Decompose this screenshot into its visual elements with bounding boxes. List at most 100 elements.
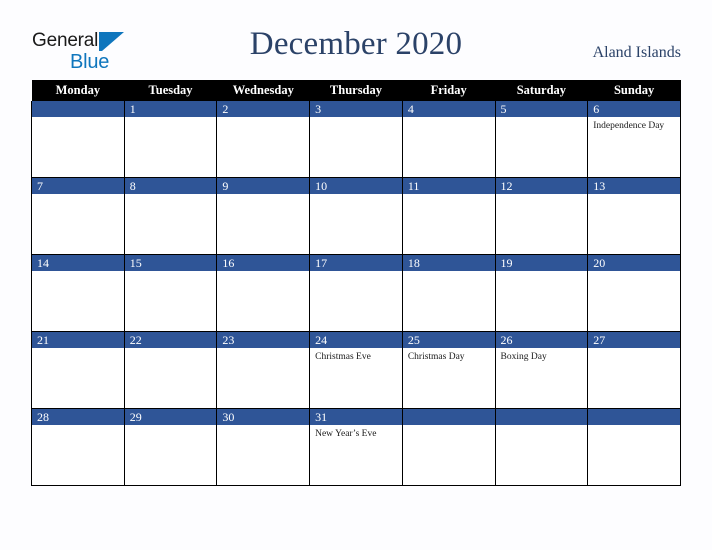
calendar-day-cell[interactable]: 11: [401, 177, 496, 255]
calendar-day-cell[interactable]: [494, 408, 589, 486]
calendar-day-cell[interactable]: 25 Christmas Day: [401, 331, 496, 409]
calendar-day-cell[interactable]: 9: [216, 177, 311, 255]
calendar-day-cell[interactable]: 17: [309, 254, 403, 332]
calendar-day-cell[interactable]: 6 Independence Day: [587, 101, 681, 178]
calendar-day-cell[interactable]: 16: [216, 254, 311, 332]
day-event-label: [310, 271, 402, 274]
day-number: 30: [217, 409, 310, 425]
day-cell-content: 25 Christmas Day: [402, 332, 495, 408]
day-cell-content: [402, 409, 495, 485]
calendar-day-cell[interactable]: 10: [309, 177, 403, 255]
calendar-day-cell[interactable]: 30: [216, 408, 311, 486]
day-cell-content: 13: [588, 178, 680, 254]
day-cell-content: 5: [495, 101, 588, 177]
day-number: 18: [402, 255, 495, 271]
day-event-label: [588, 271, 680, 274]
weekday-header-wednesday: Wednesday: [216, 80, 310, 101]
calendar-day-cell[interactable]: 1: [123, 101, 218, 178]
day-number: 8: [124, 178, 217, 194]
weekday-header-row: Monday Tuesday Wednesday Thursday Friday…: [31, 80, 681, 101]
calendar-day-cell[interactable]: 19: [494, 254, 589, 332]
day-event-label: [217, 425, 309, 428]
country-label: Aland Islands: [592, 44, 681, 61]
day-event-label: [496, 425, 588, 428]
day-event-label: [403, 271, 495, 274]
calendar-day-cell[interactable]: 27: [587, 331, 681, 409]
day-number: 31: [310, 409, 402, 425]
weekday-header-tuesday: Tuesday: [124, 80, 217, 101]
day-event-label: [217, 348, 309, 351]
day-number: 27: [588, 332, 680, 348]
day-event-label: Independence Day: [593, 121, 665, 131]
calendar-day-cell[interactable]: 29: [123, 408, 218, 486]
calendar-day-cell[interactable]: 12: [494, 177, 589, 255]
day-number: 13: [588, 178, 680, 194]
calendar-day-cell[interactable]: 21: [31, 331, 125, 409]
calendar-day-cell[interactable]: [587, 408, 681, 486]
day-number: 19: [495, 255, 588, 271]
day-cell-content: [495, 409, 588, 485]
calendar-day-cell[interactable]: 31 New Year’s Eve: [309, 408, 403, 486]
day-event-label: [125, 425, 217, 428]
day-cell-content: 17: [310, 255, 402, 331]
day-event-label: [496, 117, 588, 120]
calendar-day-cell[interactable]: 22: [123, 331, 218, 409]
day-number: [402, 409, 495, 425]
day-event-label: [32, 271, 124, 274]
day-number: 5: [495, 101, 588, 117]
day-cell-content: 18: [402, 255, 495, 331]
calendar-day-cell[interactable]: 26 Boxing Day: [494, 331, 589, 409]
calendar-day-cell[interactable]: 4: [401, 101, 496, 178]
calendar-day-cell[interactable]: 2: [216, 101, 311, 178]
day-cell-content: 31 New Year’s Eve: [310, 409, 402, 485]
day-event-label: [217, 271, 309, 274]
day-cell-content: 19: [495, 255, 588, 331]
day-number: 3: [310, 101, 402, 117]
calendar-week-row: 21 22 23 24 Christmas Eve 25 Christmas Day 26 Bo…: [31, 331, 681, 409]
day-cell-content: 6 Independence Day: [588, 101, 680, 177]
day-event-label: [588, 348, 680, 351]
calendar-day-cell[interactable]: 15: [123, 254, 218, 332]
day-number: 26: [495, 332, 588, 348]
day-number: 14: [32, 255, 124, 271]
day-event-label: [403, 117, 495, 120]
page-header: General Blue December 2020 Aland Islands: [0, 0, 712, 78]
day-cell-content: 14: [32, 255, 124, 331]
day-event-label: [125, 348, 217, 351]
day-cell-content: 29: [124, 409, 217, 485]
calendar-day-cell[interactable]: 24 Christmas Eve: [309, 331, 403, 409]
day-cell-content: 26 Boxing Day: [495, 332, 588, 408]
calendar-week-row: 7 8 9 10 11 12 13: [31, 177, 681, 255]
day-event-label: [125, 194, 217, 197]
calendar-day-cell[interactable]: 20: [587, 254, 681, 332]
day-number: 2: [217, 101, 310, 117]
day-event-label: [32, 117, 124, 120]
day-event-label: [403, 425, 495, 428]
calendar-day-cell[interactable]: 7: [31, 177, 125, 255]
calendar-day-cell[interactable]: [401, 408, 496, 486]
day-event-label: [217, 117, 309, 120]
day-number: [588, 409, 680, 425]
day-cell-content: [588, 409, 680, 485]
day-event-label: [32, 425, 124, 428]
calendar-day-cell[interactable]: 18: [401, 254, 496, 332]
calendar-day-cell[interactable]: [31, 101, 125, 178]
calendar-week-row: 14 15 16 17 18 19 20: [31, 254, 681, 332]
day-event-label: [125, 117, 217, 120]
calendar-day-cell[interactable]: 14: [31, 254, 125, 332]
day-event-label: [496, 271, 588, 274]
day-cell-content: 16: [217, 255, 310, 331]
calendar-day-cell[interactable]: 28: [31, 408, 125, 486]
calendar-day-cell[interactable]: 13: [587, 177, 681, 255]
day-cell-content: 22: [124, 332, 217, 408]
calendar-day-cell[interactable]: 5: [494, 101, 589, 178]
day-number: [32, 101, 124, 117]
calendar-day-cell[interactable]: 8: [123, 177, 218, 255]
calendar-week-row: 1 2 3 4 5 6 Independence Day: [31, 101, 681, 178]
day-event-label: [588, 194, 680, 197]
day-number: 24: [310, 332, 402, 348]
day-event-label: [125, 271, 217, 274]
calendar-day-cell[interactable]: 23: [216, 331, 311, 409]
calendar-day-cell[interactable]: 3: [309, 101, 403, 178]
day-cell-content: 2: [217, 101, 310, 177]
